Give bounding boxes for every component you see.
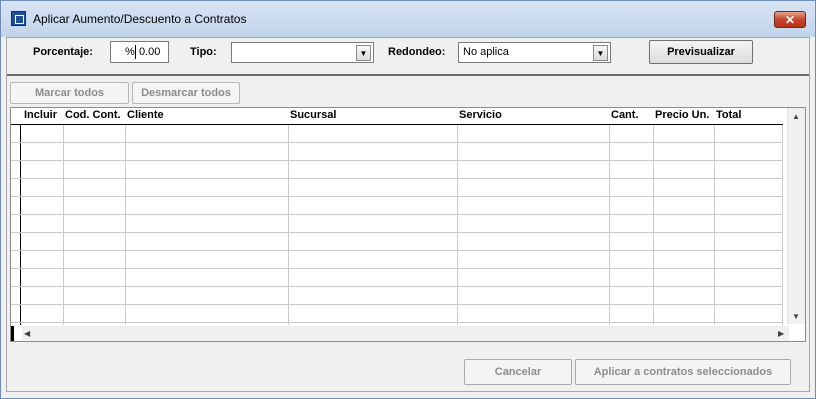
- row-divider: [11, 268, 783, 269]
- row-divider: [11, 214, 783, 215]
- current-row-marker: [11, 326, 14, 341]
- type-label: Tipo:: [190, 46, 217, 58]
- toolbar-separator: [7, 74, 809, 76]
- column-divider: [714, 125, 715, 325]
- percentage-value: 0.00: [139, 46, 161, 58]
- cancel-button[interactable]: Cancelar: [464, 359, 572, 385]
- column-header-cliente[interactable]: Cliente: [125, 108, 288, 124]
- rounding-label: Redondeo:: [388, 46, 446, 58]
- preview-button[interactable]: Previsualizar: [649, 40, 753, 64]
- unmark-all-button[interactable]: Desmarcar todos: [132, 82, 240, 104]
- row-divider: [11, 232, 783, 233]
- column-header-incluir[interactable]: Incluir: [22, 108, 63, 124]
- scroll-up-icon[interactable]: ▲: [792, 112, 800, 121]
- rounding-combobox[interactable]: No aplica ▼: [458, 42, 611, 63]
- dialog-body: Porcentaje: % 0.00 Tipo: ▼ Redondeo: No …: [6, 37, 810, 392]
- scroll-left-icon[interactable]: ◀: [24, 329, 30, 338]
- row-divider: [11, 178, 783, 179]
- row-divider: [11, 304, 783, 305]
- column-divider: [653, 125, 654, 325]
- row-divider: [11, 322, 783, 323]
- scroll-right-icon[interactable]: ▶: [778, 329, 784, 338]
- percentage-input[interactable]: % 0.00: [110, 41, 169, 63]
- column-divider: [288, 125, 289, 325]
- contracts-grid[interactable]: Incluir Cod. Cont. Cliente Sucursal Serv…: [10, 107, 806, 342]
- column-header-cant[interactable]: Cant.: [609, 108, 653, 124]
- apply-to-selected-contracts-button[interactable]: Aplicar a contratos seleccionados: [575, 359, 791, 385]
- horizontal-scrollbar[interactable]: ◀ ▶: [22, 326, 789, 341]
- text-caret: [135, 45, 136, 59]
- row-divider: [11, 142, 783, 143]
- close-x-icon: ✕: [784, 12, 796, 27]
- column-divider: [609, 125, 610, 325]
- percentage-label: Porcentaje:: [33, 46, 93, 58]
- row-divider: [11, 160, 783, 161]
- column-header-servicio[interactable]: Servicio: [457, 108, 609, 124]
- row-indicator-column: [11, 125, 21, 325]
- dialog-window: Aplicar Aumento/Descuento a Contratos ✕ …: [0, 0, 816, 399]
- title-bar: Aplicar Aumento/Descuento a Contratos ✕: [1, 1, 815, 37]
- vertical-scrollbar[interactable]: ▲ ▼: [787, 108, 805, 324]
- header-divider: [11, 124, 783, 125]
- column-divider: [782, 125, 783, 325]
- type-combobox[interactable]: ▼: [231, 42, 374, 63]
- window-title: Aplicar Aumento/Descuento a Contratos: [33, 12, 247, 26]
- chevron-down-icon[interactable]: ▼: [593, 45, 608, 61]
- chevron-down-icon[interactable]: ▼: [356, 45, 371, 61]
- column-divider: [457, 125, 458, 325]
- column-header-sucursal[interactable]: Sucursal: [288, 108, 457, 124]
- column-divider: [125, 125, 126, 325]
- mark-all-button[interactable]: Marcar todos: [10, 82, 129, 104]
- row-divider: [11, 196, 783, 197]
- column-header-precio-un[interactable]: Precio Un.: [653, 108, 714, 124]
- rounding-combobox-value: No aplica: [463, 46, 509, 58]
- row-divider: [11, 250, 783, 251]
- close-button[interactable]: ✕: [774, 11, 806, 28]
- app-window-icon: [11, 11, 26, 26]
- column-header-cod-cont[interactable]: Cod. Cont.: [63, 108, 125, 124]
- percentage-prefix: %: [125, 46, 135, 58]
- column-header-total[interactable]: Total: [714, 108, 782, 124]
- column-divider: [63, 125, 64, 325]
- row-divider: [11, 286, 783, 287]
- scroll-down-icon[interactable]: ▼: [792, 312, 800, 321]
